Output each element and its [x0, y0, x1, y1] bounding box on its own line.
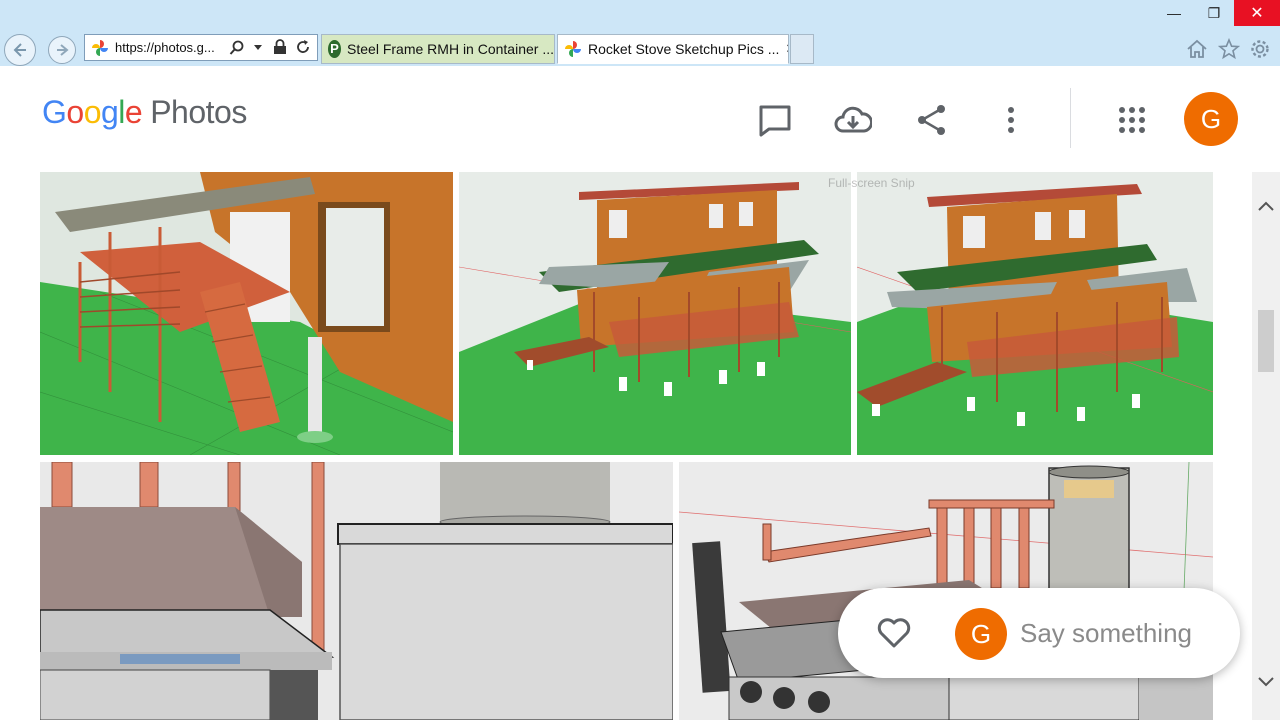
home-button[interactable]	[1186, 38, 1208, 60]
commenter-avatar: G	[955, 608, 1007, 660]
browser-title-bar	[0, 0, 1280, 32]
sketchup-house-view-a-image	[459, 172, 851, 455]
logo-letter: o	[83, 94, 102, 130]
sketchup-deck-closeup-image	[40, 172, 453, 455]
more-options-button[interactable]	[991, 100, 1031, 140]
new-tab-button[interactable]	[790, 34, 814, 64]
scroll-down-arrow[interactable]	[1256, 672, 1276, 692]
photo-thumbnail[interactable]	[459, 172, 851, 455]
comment-bar: G Say something	[838, 588, 1240, 678]
minimize-button[interactable]: —	[1154, 0, 1194, 26]
back-arrow-icon	[13, 43, 26, 57]
minimize-icon: —	[1167, 5, 1181, 21]
comment-button[interactable]	[755, 100, 795, 140]
account-avatar[interactable]: G	[1184, 92, 1238, 146]
google-photos-favicon	[92, 40, 108, 56]
apps-grid-icon	[1119, 107, 1145, 133]
chevron-down-icon	[1258, 677, 1274, 687]
search-icon	[229, 40, 244, 55]
logo-letter: l	[118, 94, 125, 130]
scroll-thumb[interactable]	[1258, 310, 1274, 372]
photos-wordmark: Photos	[150, 94, 247, 130]
sketchup-house-view-b-image	[857, 172, 1213, 455]
close-icon: ✕	[1250, 5, 1264, 22]
home-icon	[1187, 39, 1207, 58]
address-text: https://photos.g...	[115, 40, 215, 55]
maximize-button[interactable]: ❐	[1194, 0, 1234, 26]
photo-thumbnail[interactable]	[40, 172, 453, 455]
tab-close-icon[interactable]: ✕	[785, 41, 788, 57]
forward-button[interactable]	[48, 36, 76, 64]
star-icon	[1218, 38, 1240, 60]
more-vert-icon	[1008, 107, 1014, 133]
gear-icon	[1251, 40, 1269, 58]
snip-watermark: Full-screen Snip	[828, 176, 915, 190]
share-button[interactable]	[912, 100, 952, 140]
favorites-button[interactable]	[1218, 38, 1240, 60]
forward-arrow-icon	[57, 44, 69, 56]
back-button[interactable]	[4, 34, 36, 66]
close-window-button[interactable]: ✕	[1234, 0, 1280, 26]
maximize-icon: ❐	[1207, 4, 1221, 21]
google-photos-logo[interactable]: Google Photos	[42, 94, 247, 131]
refresh-icon	[297, 40, 309, 53]
chevron-up-icon	[1258, 201, 1274, 211]
download-button[interactable]	[833, 100, 873, 140]
comment-input[interactable]: Say something	[1020, 618, 1192, 649]
tab-label: Steel Frame RMH in Container ...	[347, 41, 554, 57]
lock-icon	[274, 39, 286, 54]
tab-favicon-photos-icon	[565, 41, 581, 57]
sketchup-stove-closeup-image	[40, 462, 673, 720]
photo-thumbnail[interactable]	[40, 462, 673, 720]
settings-button[interactable]	[1249, 38, 1271, 60]
header-divider	[1070, 88, 1071, 148]
tab-label: Rocket Stove Sketchup Pics ...	[588, 41, 780, 57]
apps-button[interactable]	[1112, 100, 1152, 140]
comment-icon	[759, 105, 791, 137]
vertical-scrollbar[interactable]	[1252, 172, 1280, 720]
cloud-download-icon	[834, 106, 872, 133]
logo-letter: o	[66, 94, 84, 130]
like-button[interactable]	[876, 615, 912, 651]
logo-letter: g	[100, 94, 119, 130]
logo-letter: e	[124, 94, 143, 130]
tab-rocket-stove[interactable]: Rocket Stove Sketchup Pics ... ✕	[557, 34, 789, 64]
scroll-up-arrow[interactable]	[1256, 196, 1276, 216]
address-bar[interactable]: https://photos.g...	[84, 34, 318, 61]
tab-favicon-p-icon: P	[328, 40, 342, 58]
share-icon	[918, 105, 945, 135]
tab-steel-frame[interactable]: P Steel Frame RMH in Container ...	[321, 34, 555, 64]
logo-letter: G	[42, 94, 67, 130]
heart-icon	[877, 618, 911, 648]
dropdown-icon	[254, 45, 262, 50]
photos-header: Google Photos G	[0, 66, 1280, 173]
photo-thumbnail[interactable]	[857, 172, 1213, 455]
google-wordmark: Google	[42, 94, 143, 130]
